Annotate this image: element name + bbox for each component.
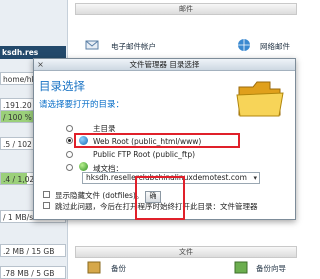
stats-blank [0,18,66,26]
show-hidden-checkbox[interactable] [43,191,50,198]
close-icon[interactable]: × [36,60,45,69]
dialog-title: 文件管理器 目录选择 [129,60,200,69]
ok-button[interactable]: 确 [145,191,161,203]
mail-accounts-link[interactable]: 电子邮件帐户 [111,41,156,52]
directory-selection-dialog: × 文件管理器 目录选择 目录选择 请选择要打开的目录： 主目录 Web Roo… [33,58,296,220]
backup-wizard-link[interactable]: 备份向导 [256,263,286,274]
disk-usage-2: .78 MB / 5 GB [0,266,66,279]
header-mail: 邮件 [75,3,297,15]
webmail-icon [238,39,250,51]
disk-usage-1: .2 MB / 15 GB [0,244,66,257]
chevron-down-icon: ▾ [253,174,257,182]
document-root-radio[interactable] [66,164,73,171]
ftp-root-label[interactable]: Public FTP Root (public_ftp) [93,150,195,159]
header-files: 文件 [75,246,297,258]
webmail-link[interactable]: 网络邮件 [260,41,290,52]
dialog-title-bar: × 文件管理器 目录选择 [34,59,295,71]
backup-icon [87,261,101,274]
dialog-prompt: 请选择要打开的目录： [39,100,125,110]
document-root-icon [79,162,88,171]
mail-accounts-icon [85,40,99,50]
highlight-box-web-root [74,133,240,148]
show-hidden-label: 显示隐藏文件 (dotfiles)。 [55,191,144,200]
backup-wizard-icon [234,261,248,274]
ftp-root-radio[interactable] [66,151,73,158]
dialog-heading: 目录选择 [39,79,85,93]
home-dir-radio[interactable] [66,125,73,132]
skip-question-checkbox[interactable] [43,202,50,209]
folder-icon [236,81,284,117]
web-root-radio[interactable] [66,137,73,144]
backup-link[interactable]: 备份 [111,263,126,274]
